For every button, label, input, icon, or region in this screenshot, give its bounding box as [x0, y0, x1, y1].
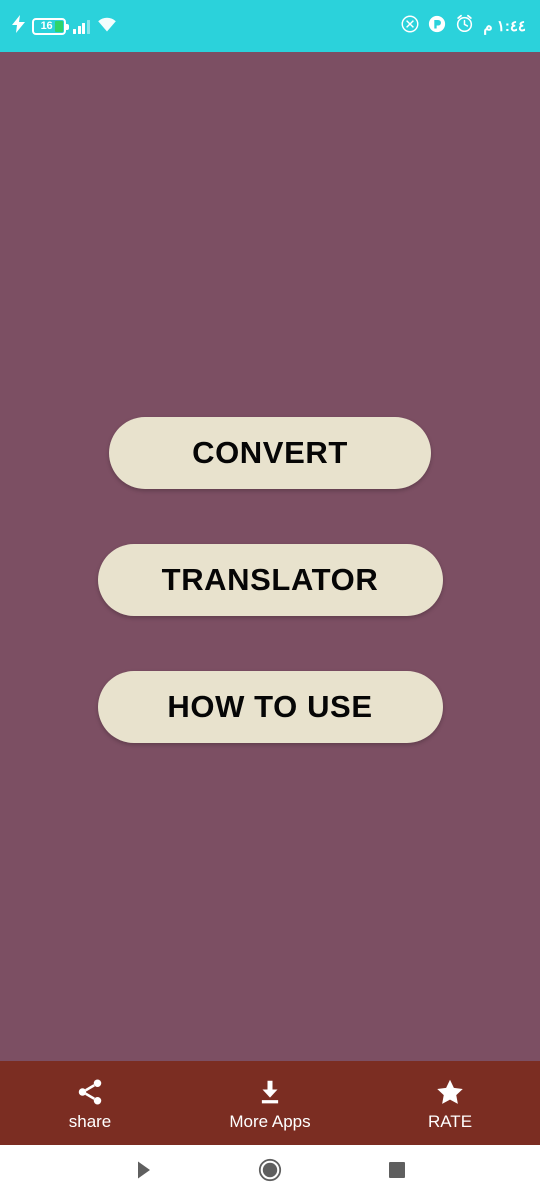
silent-mode-icon — [401, 15, 419, 38]
action-button-stack: CONVERT TRANSLATOR HOW TO USE — [0, 417, 540, 743]
translator-button[interactable]: TRANSLATOR — [97, 544, 443, 616]
more-apps-label: More Apps — [229, 1111, 311, 1131]
back-button[interactable] — [120, 1150, 166, 1196]
more-apps-button[interactable]: More Apps — [180, 1061, 360, 1145]
home-circle-icon — [258, 1158, 282, 1187]
how-to-use-button[interactable]: HOW TO USE — [97, 671, 443, 743]
star-icon — [435, 1077, 465, 1107]
lightning-bolt-icon — [12, 14, 25, 38]
share-label: share — [68, 1111, 112, 1131]
recents-square-icon — [387, 1160, 407, 1185]
rate-label: RATE — [427, 1111, 473, 1131]
bottom-app-bar: share More Apps RATE — [0, 1061, 540, 1145]
phone-screen: 16 ١:٤٤ م CONVERT TRANSLATOR HOW TO USE … — [0, 0, 540, 1200]
status-bar: 16 ١:٤٤ م — [0, 0, 540, 52]
battery-fill — [55, 20, 63, 32]
wifi-icon — [97, 16, 117, 37]
status-bar-right: ١:٤٤ م — [401, 14, 526, 38]
status-bar-clock: ١:٤٤ م — [483, 18, 526, 35]
do-not-disturb-icon — [428, 15, 446, 38]
battery-icon: 16 — [32, 17, 69, 35]
cellular-signal-icon — [73, 19, 90, 34]
home-button[interactable] — [247, 1150, 293, 1196]
rate-button[interactable]: RATE — [360, 1061, 540, 1145]
convert-button[interactable]: CONVERT — [109, 417, 431, 489]
download-icon — [255, 1077, 285, 1107]
recents-button[interactable] — [374, 1150, 420, 1196]
status-bar-left: 16 — [12, 14, 117, 38]
share-icon — [75, 1077, 105, 1107]
android-navigation-bar — [0, 1145, 540, 1200]
share-button[interactable]: share — [0, 1061, 180, 1145]
back-triangle-icon — [132, 1159, 154, 1186]
main-content: CONVERT TRANSLATOR HOW TO USE — [0, 52, 540, 1061]
battery-level-text: 16 — [40, 19, 53, 32]
alarm-clock-icon — [455, 14, 474, 38]
